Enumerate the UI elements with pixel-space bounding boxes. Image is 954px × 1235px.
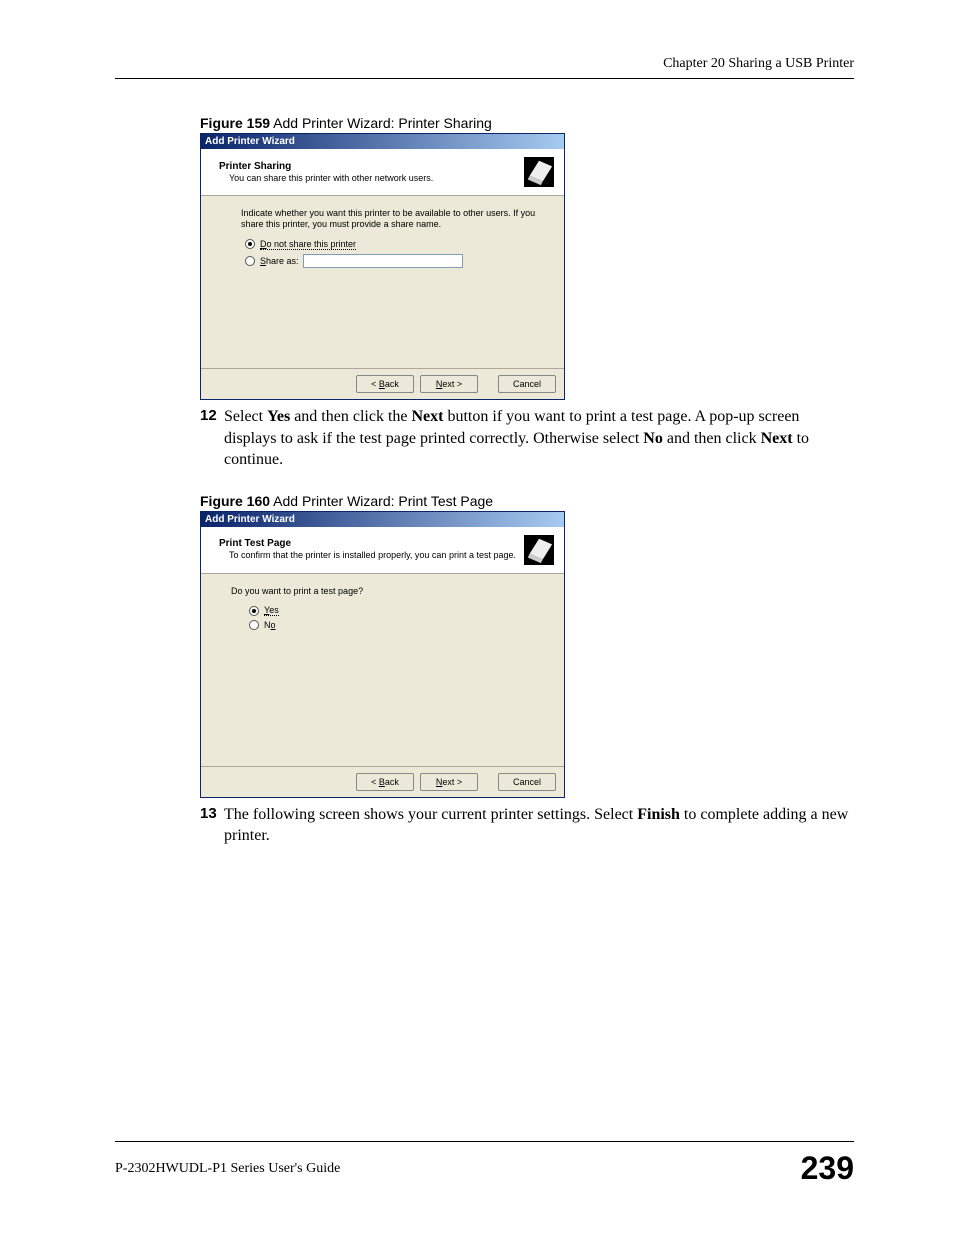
radio-no-label: No	[264, 620, 276, 630]
figure159-caption: Figure 159 Add Printer Wizard: Printer S…	[200, 115, 854, 131]
back-button[interactable]: < Back< Back	[356, 375, 414, 393]
figure160-caption: Figure 160 Add Printer Wizard: Print Tes…	[200, 493, 854, 509]
radio-do-not-share[interactable]: DDo not share this printero not share th…	[245, 239, 540, 250]
footer-rule	[115, 1141, 854, 1142]
radio-share-as[interactable]: Share as: Share as:	[245, 254, 540, 268]
wizard159-panel-subtitle: You can share this printer with other ne…	[229, 173, 524, 184]
page-number: 239	[801, 1150, 854, 1187]
wizard160-panel-subtitle: To confirm that the printer is installed…	[229, 550, 524, 561]
figure159-caption-bold: Figure 159	[200, 115, 270, 131]
figure160-caption-rest: Add Printer Wizard: Print Test Page	[270, 493, 493, 509]
step-12-number: 12	[200, 406, 220, 426]
cancel-button[interactable]: Cancel	[498, 773, 556, 791]
printer-icon	[524, 535, 554, 565]
cancel-button[interactable]: Cancel	[498, 375, 556, 393]
wizard-printer-sharing: Add Printer Wizard Printer Sharing You c…	[200, 133, 565, 400]
wizard160-footer: < Back< Back Next >Next > Cancel	[201, 766, 564, 797]
page-footer: P-2302HWUDL-P1 Series User's Guide 239	[115, 1141, 854, 1187]
share-name-input[interactable]	[303, 254, 463, 268]
radio-share-as-label: Share as:	[260, 256, 299, 266]
wizard160-titlebar: Add Printer Wizard	[201, 512, 564, 527]
radio-no[interactable]: No No	[249, 620, 540, 630]
back-button[interactable]: < Back< Back	[356, 773, 414, 791]
step-13-body: The following screen shows your current …	[224, 804, 854, 847]
step-13-number: 13	[200, 804, 220, 824]
footer-guide-name: P-2302HWUDL-P1 Series User's Guide	[115, 1161, 340, 1177]
radio-icon	[249, 620, 259, 630]
wizard159-panel-title: Printer Sharing	[219, 161, 524, 172]
wizard160-question: Do you want to print a test page?	[231, 586, 540, 597]
printer-icon	[524, 157, 554, 187]
radio-icon	[249, 606, 259, 616]
wizard159-header: Printer Sharing You can share this print…	[201, 149, 564, 196]
wizard160-panel-title: Print Test Page	[219, 538, 524, 549]
next-button[interactable]: Next >Next >	[420, 375, 478, 393]
wizard159-titlebar: Add Printer Wizard	[201, 134, 564, 149]
radio-icon	[245, 239, 255, 249]
wizard-print-test-page: Add Printer Wizard Print Test Page To co…	[200, 511, 565, 798]
radio-yes-label: Yes	[264, 605, 279, 616]
wizard160-header: Print Test Page To confirm that the prin…	[201, 527, 564, 574]
radio-yes[interactable]: Yes Yes	[249, 605, 540, 616]
wizard160-body: Do you want to print a test page? Yes Ye…	[201, 574, 564, 766]
next-button[interactable]: Next >Next >	[420, 773, 478, 791]
step-13: 13 The following screen shows your curre…	[200, 804, 854, 847]
wizard159-footer: < Back< Back Next >Next > Cancel	[201, 368, 564, 399]
radio-do-not-share-label: DDo not share this printero not share th…	[260, 239, 356, 250]
chapter-header: Chapter 20 Sharing a USB Printer	[115, 56, 854, 72]
header-rule	[115, 78, 854, 79]
wizard159-instruction: Indicate whether you want this printer t…	[241, 208, 540, 231]
wizard159-body: Indicate whether you want this printer t…	[201, 196, 564, 368]
figure159-caption-rest: Add Printer Wizard: Printer Sharing	[270, 115, 492, 131]
step-12: 12 Select Yes and then click the Next bu…	[200, 406, 854, 471]
figure160-caption-bold: Figure 160	[200, 493, 270, 509]
radio-icon	[245, 256, 255, 266]
step-12-body: Select Yes and then click the Next butto…	[224, 406, 854, 471]
